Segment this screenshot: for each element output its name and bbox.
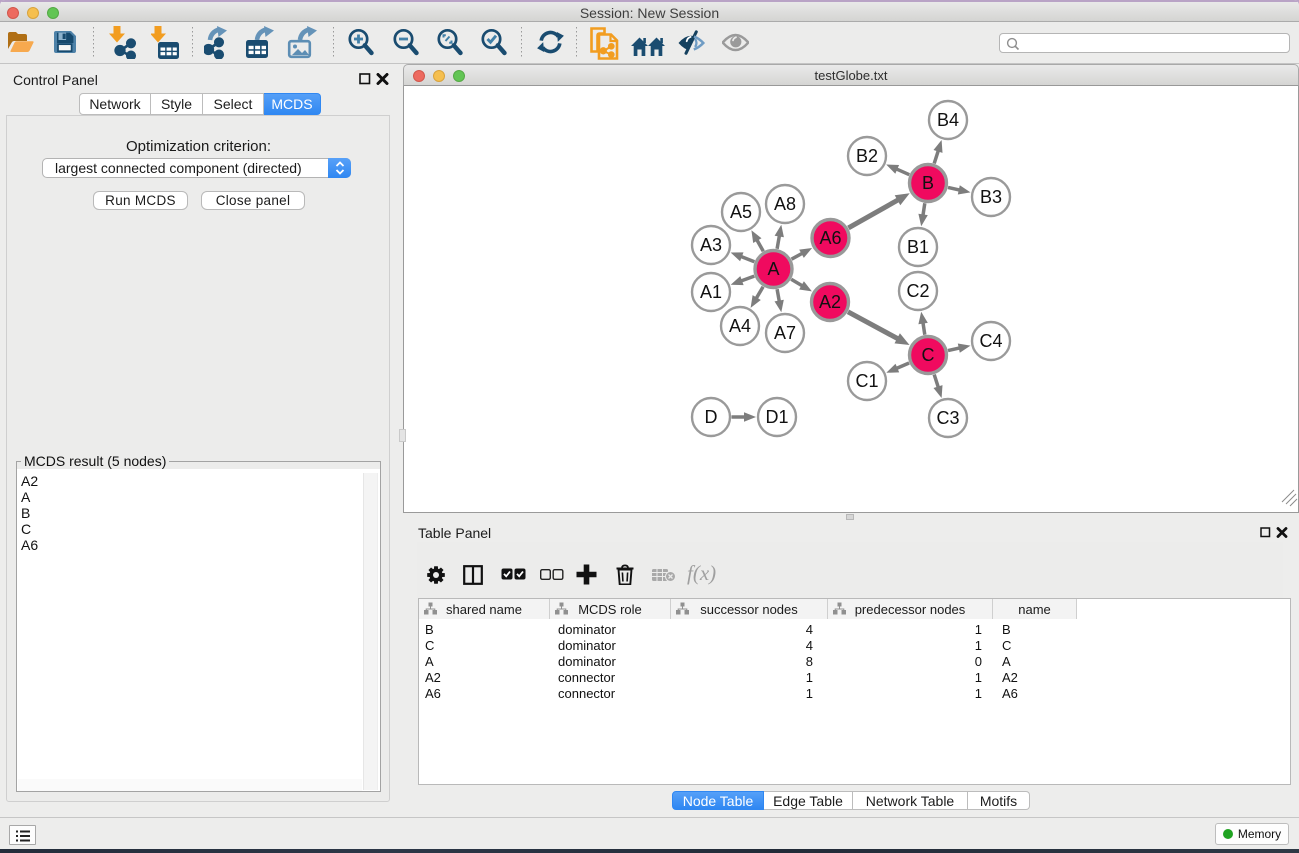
- svg-text:B: B: [922, 173, 934, 193]
- svg-text:B1: B1: [907, 237, 929, 257]
- svg-text:A4: A4: [729, 316, 751, 336]
- svg-text:B3: B3: [980, 187, 1002, 207]
- svg-text:C: C: [922, 345, 935, 365]
- svg-text:C3: C3: [936, 408, 959, 428]
- svg-text:A: A: [767, 259, 779, 279]
- svg-text:D: D: [705, 407, 718, 427]
- svg-text:B4: B4: [937, 110, 959, 130]
- svg-text:A6: A6: [819, 228, 841, 248]
- svg-text:D1: D1: [765, 407, 788, 427]
- svg-text:A7: A7: [774, 323, 796, 343]
- svg-text:C4: C4: [979, 331, 1002, 351]
- svg-text:A5: A5: [730, 202, 752, 222]
- svg-text:A8: A8: [774, 194, 796, 214]
- svg-text:C1: C1: [855, 371, 878, 391]
- svg-text:B2: B2: [856, 146, 878, 166]
- svg-text:A2: A2: [819, 292, 841, 312]
- svg-text:C2: C2: [906, 281, 929, 301]
- svg-text:A3: A3: [700, 235, 722, 255]
- svg-text:A1: A1: [700, 282, 722, 302]
